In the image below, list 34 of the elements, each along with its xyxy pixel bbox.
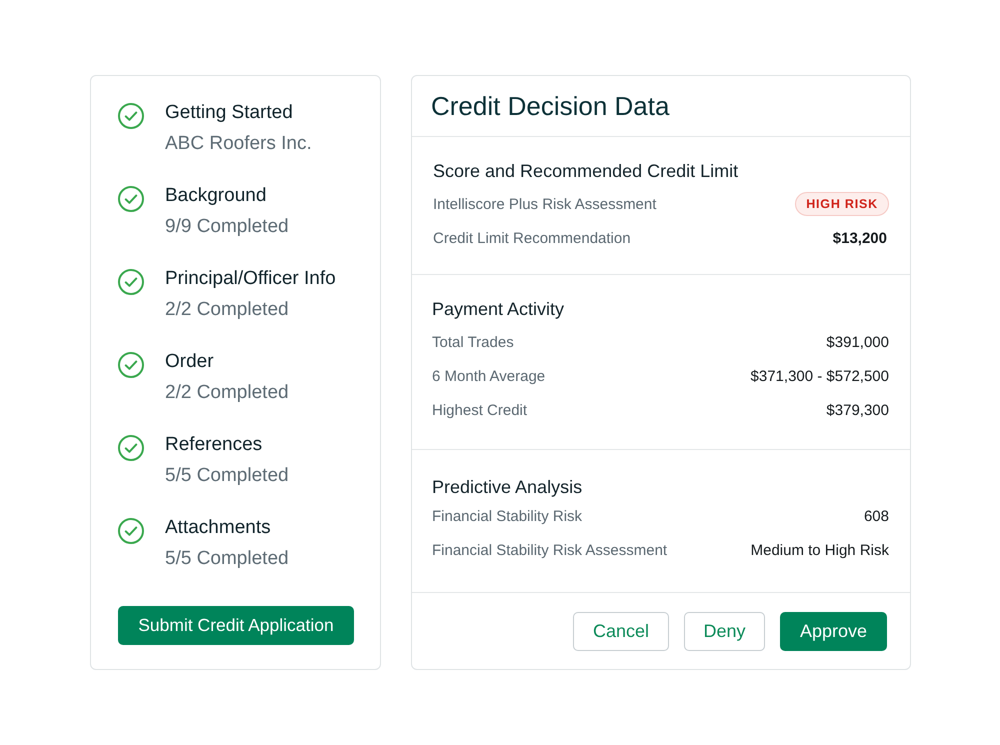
- section-title: Payment Activity: [432, 298, 566, 321]
- row-label: Credit Limit Recommendation: [433, 230, 631, 246]
- step-status: 2/2 Completed: [165, 298, 290, 322]
- row-value: $379,300: [826, 402, 889, 418]
- section-title: Score and Recommended Credit Limit: [433, 160, 740, 183]
- step-title: Order: [165, 350, 215, 374]
- step-status: 5/5 Completed: [165, 464, 289, 488]
- action-button[interactable]: Deny: [684, 612, 765, 650]
- action-button[interactable]: Cancel: [573, 612, 669, 650]
- row-value: $391,000: [826, 334, 889, 350]
- approve-button[interactable]: Approve: [780, 612, 887, 650]
- row-value: $371,300 - $572,500: [750, 368, 889, 384]
- row-value: Medium to High Risk: [750, 542, 889, 558]
- step-title: Attachments: [165, 516, 272, 540]
- step-status: 2/2 Completed: [165, 381, 289, 405]
- row-label: Intelliscore Plus Risk Assessment: [433, 196, 656, 212]
- row-label: 6 Month Average: [432, 368, 546, 384]
- step-status: 9/9 Completed: [165, 215, 289, 239]
- panel-title: Credit Decision Data: [431, 90, 670, 122]
- step-title: Background: [165, 184, 268, 208]
- row-value: 608: [864, 508, 889, 524]
- row-value: $13,200: [832, 230, 887, 246]
- row-label: Total Trades: [432, 334, 514, 350]
- step-status: 5/5 Completed: [165, 547, 289, 571]
- step-title: Getting Started: [165, 101, 294, 125]
- row-label: Financial Stability Risk: [432, 508, 582, 524]
- row-label: Highest Credit: [432, 402, 528, 418]
- row-label: Financial Stability Risk Assessment: [432, 542, 668, 558]
- step-title: Principal/Officer Info: [165, 267, 336, 291]
- submit-button[interactable]: Submit Credit Application: [118, 606, 354, 645]
- step-title: References: [165, 433, 264, 457]
- section-title: Predictive Analysis: [432, 476, 584, 499]
- step-status: ABC Roofers Inc.: [165, 132, 312, 156]
- risk-badge: HIGH RISK: [795, 192, 889, 216]
